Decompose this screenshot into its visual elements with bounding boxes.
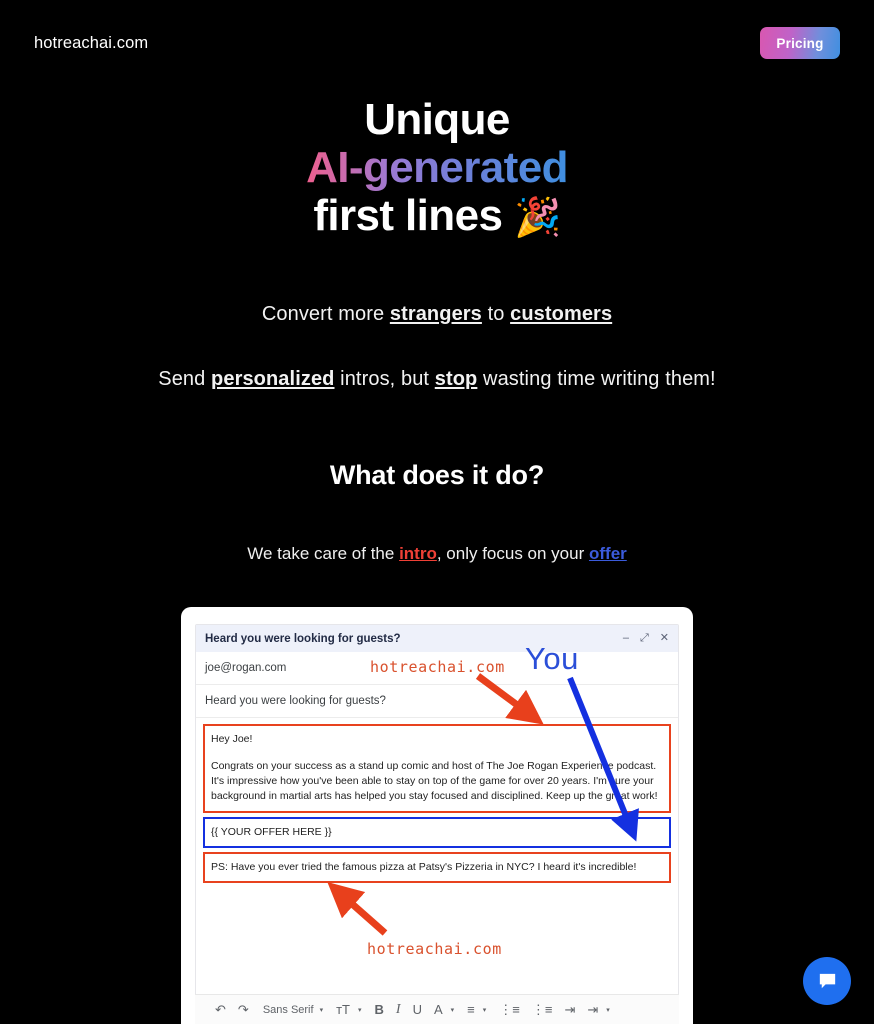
pricing-button[interactable]: Pricing [760,27,840,59]
intro-greeting: Hey Joe! [211,733,253,745]
sub2-text-1: Send [158,368,212,390]
text-color-button[interactable]: A [428,997,449,1023]
minimize-icon[interactable]: – [623,633,629,644]
offer-highlight-box: {{ YOUR OFFER HERE }} [203,817,671,848]
intro-highlight-box: Hey Joe! Congrats on your success as a s… [203,724,671,813]
sub1-text-1: Convert more [261,303,390,325]
gmail-compose-window: Heard you were looking for guests? – ⤢ ✕… [195,624,679,1024]
numbered-list-icon[interactable]: ⋮≡ [493,997,526,1023]
hero-line-1: Unique [364,95,510,144]
redo-icon[interactable]: ↷ [232,997,255,1023]
ps-highlight-box: PS: Have you ever tried the famous pizza… [203,852,671,883]
indent-less-icon[interactable]: ⇥ [558,997,581,1023]
bold-button[interactable]: B [369,997,390,1023]
hero-subline-2: Send personalized intros, but stop wasti… [0,368,874,391]
section-sub-intro: intro [399,544,437,563]
font-size-icon[interactable]: тT [330,997,356,1023]
align-icon[interactable]: ≡ [461,997,481,1023]
undo-icon[interactable]: ↶ [209,997,232,1023]
hero-subline-1: Convert more strangers to customers [0,303,874,326]
ps-text: PS: Have you ever tried the famous pizza… [211,861,637,873]
section-subheading: We take care of the intro, only focus on… [0,544,874,564]
page-title: Unique AI-generated first lines 🎉 [0,96,874,242]
party-popper-icon: 🎉 [513,197,561,239]
intro-body: Congrats on your success as a stand up c… [211,760,658,802]
annotation-label-you: You [525,641,579,676]
intro-text: Hey Joe! Congrats on your success as a s… [211,732,663,804]
sub1-emphasis-customers: customers [510,303,613,325]
chat-bubble-icon [819,973,835,988]
compose-header: Heard you were looking for guests? – ⤢ ✕ [196,625,678,652]
indent-more-icon[interactable]: ⇥ [581,997,604,1023]
chat-widget-button[interactable] [803,957,851,1005]
annotation-label-bottom: hotreachai.com [367,940,502,958]
compose-body: Hey Joe! Congrats on your success as a s… [196,718,678,883]
brand-logo[interactable]: hotreachai.com [34,34,148,53]
annotation-label-top: hotreachai.com [370,658,505,676]
close-icon[interactable]: ✕ [660,633,669,644]
compose-window-title: Heard you were looking for guests? [205,632,401,645]
underline-button[interactable]: U [407,997,428,1023]
offer-placeholder-text: {{ YOUR OFFER HERE }} [211,826,332,838]
section-sub-offer: offer [588,544,627,563]
text-color-chevron-down-icon[interactable]: ▾ [449,997,462,1023]
hero-line-3: first lines [313,191,503,240]
font-size-chevron-down-icon[interactable]: ▾ [356,997,369,1023]
sub2-text-3: wasting time writing them! [477,368,716,390]
font-family-select[interactable]: Sans Serif [255,997,318,1023]
sub2-text-2: intros, but [334,368,435,390]
sub2-emphasis-stop: stop [434,368,478,390]
subject-field[interactable]: Heard you were looking for guests? [196,685,678,718]
sub1-emphasis-strangers: strangers [389,303,482,325]
italic-button[interactable]: I [390,997,407,1023]
expand-icon[interactable]: ⤢ [640,633,649,644]
font-family-chevron-down-icon[interactable]: ▾ [318,997,331,1023]
sub1-text-2: to [481,303,511,325]
sub2-emphasis-personalized: personalized [211,368,335,390]
formatting-toolbar: ↶ ↷ Sans Serif ▾ тT ▾ B I U A ▾ ≡ ▾ ⋮≡ ⋮… [195,994,679,1024]
section-heading: What does it do? [329,460,545,490]
section-sub-text-1: We take care of the [247,544,400,563]
landing-page: hotreachai.com Pricing Unique AI-generat… [0,0,874,1024]
site-header: hotreachai.com Pricing [0,0,874,86]
section-sub-text-2: , only focus on your [436,544,589,563]
align-chevron-down-icon[interactable]: ▾ [481,997,494,1023]
window-controls: – ⤢ ✕ [623,633,669,644]
more-options-chevron-down-icon[interactable]: ▾ [604,997,617,1023]
bulleted-list-icon[interactable]: ⋮≡ [526,997,559,1023]
hero-line-2: AI-generated [306,143,568,192]
hero-section: Unique AI-generated first lines 🎉 [0,96,874,242]
